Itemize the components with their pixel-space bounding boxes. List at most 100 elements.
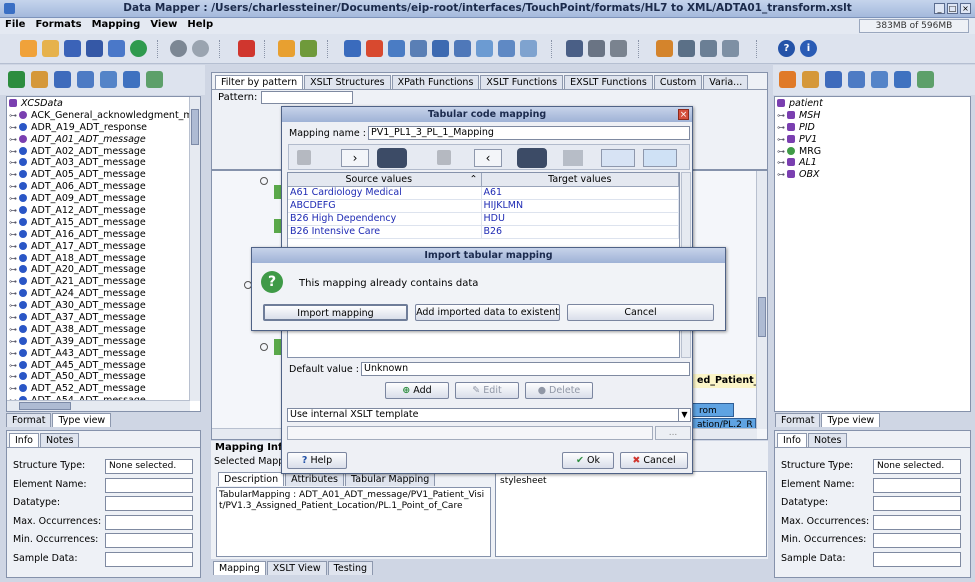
expand-toggle-icon[interactable]: ⊶ xyxy=(9,348,19,360)
expand-toggle-icon[interactable]: ⊶ xyxy=(777,169,787,181)
source-value-cell[interactable]: B26 High Dependency xyxy=(288,212,482,226)
dialog-close-icon[interactable]: × xyxy=(678,109,689,120)
pattern-input[interactable] xyxy=(261,91,353,104)
tab-info-right[interactable]: Info xyxy=(777,433,807,447)
tab-format[interactable]: Format xyxy=(6,413,52,427)
ok-button[interactable]: ✔ Ok xyxy=(562,452,614,469)
binoculars-search-icon[interactable] xyxy=(377,148,407,168)
minimize-button[interactable]: _ xyxy=(934,3,945,14)
target-value-cell[interactable]: A61 xyxy=(481,186,679,200)
expand-toggle-icon[interactable]: ⊶ xyxy=(777,146,787,158)
save-icon[interactable] xyxy=(64,40,81,57)
canvas-vscrollbar[interactable] xyxy=(756,171,767,429)
canvas-label-patient-location[interactable]: ed_Patient_L xyxy=(690,374,764,388)
source-tree-item[interactable]: ⊶ ADT_A15_ADT_message xyxy=(9,217,200,229)
align-3-icon[interactable] xyxy=(722,40,739,57)
delete-row-button[interactable]: ● Delete xyxy=(525,382,593,399)
cut-icon[interactable] xyxy=(566,40,583,57)
target-tree-item[interactable]: ⊶ AL1 xyxy=(777,157,970,169)
move-left-icon[interactable]: ‹ xyxy=(474,149,502,167)
source-tree-item[interactable]: ⊶ ADT_A43_ADT_message xyxy=(9,348,200,360)
tab-xpath-functions[interactable]: XPath Functions xyxy=(391,75,480,89)
target-tree-item[interactable]: ⊶ MSH xyxy=(777,110,970,122)
tab-type-view-right[interactable]: Type view xyxy=(821,413,881,427)
source-tree-item[interactable]: ⊶ ADT_A01_ADT_message xyxy=(9,134,200,146)
expand-toggle-icon[interactable]: ⊶ xyxy=(777,157,787,169)
table-row[interactable]: ABCDEFG HIJKLMN xyxy=(288,199,679,213)
target-tree-item[interactable]: ⊶ PID xyxy=(777,122,970,134)
source-tree-item[interactable]: ⊶ ADT_A12_ADT_message xyxy=(9,205,200,217)
source-scroll-thumb[interactable] xyxy=(191,109,199,145)
source-tree-item[interactable]: ⊶ ADT_A24_ADT_message xyxy=(9,288,200,300)
exit-icon[interactable] xyxy=(238,40,255,57)
tab-mapping[interactable]: Mapping xyxy=(213,561,266,575)
layout-6-icon[interactable] xyxy=(454,40,471,57)
expand-toggle-icon[interactable]: ⊶ xyxy=(9,336,19,348)
source-value-cell[interactable]: A61 Cardiology Medical xyxy=(288,186,482,200)
expand-toggle-icon[interactable]: ⊶ xyxy=(9,300,19,312)
source-tree-item[interactable]: ⊶ ADT_A50_ADT_message xyxy=(9,371,200,383)
redo-icon[interactable] xyxy=(192,40,209,57)
table-row[interactable]: A61 Cardiology Medical A61 xyxy=(288,186,679,200)
refresh-icon[interactable] xyxy=(130,40,147,57)
import-mapping-button[interactable]: Import mapping xyxy=(263,304,408,321)
source-tree-item[interactable]: ⊶ ADT_A17_ADT_message xyxy=(9,241,200,253)
new-file-icon[interactable] xyxy=(20,40,37,57)
expand-toggle-icon[interactable]: ⊶ xyxy=(9,383,19,395)
tab-testing[interactable]: Testing xyxy=(327,561,374,575)
expand-toggle-icon[interactable]: ⊶ xyxy=(9,193,19,205)
expand-toggle-icon[interactable]: ⊶ xyxy=(9,217,19,229)
close-window-button[interactable]: × xyxy=(960,3,971,14)
source-edit-icon[interactable] xyxy=(123,71,140,88)
source-tree-item[interactable]: ⊶ ACK_General_acknowledgment_m xyxy=(9,110,200,122)
edit-mapping-icon[interactable] xyxy=(300,40,317,57)
target-search-icon[interactable] xyxy=(802,71,819,88)
tab-xslt-view[interactable]: XSLT View xyxy=(266,561,327,575)
source-tree-item[interactable]: ⊶ ADT_A30_ADT_message xyxy=(9,300,200,312)
menu-formats[interactable]: Formats xyxy=(30,18,86,31)
tab-notes[interactable]: Notes xyxy=(39,433,80,447)
expand-toggle-icon[interactable]: ⊶ xyxy=(9,360,19,372)
open-file-icon[interactable] xyxy=(42,40,59,57)
expand-toggle-icon[interactable]: ⊶ xyxy=(777,134,787,146)
target-tree-item[interactable]: ⊶ OBX xyxy=(777,169,970,181)
layout-3-icon[interactable] xyxy=(388,40,405,57)
tab-format-right[interactable]: Format xyxy=(775,413,821,427)
target-grid-icon[interactable] xyxy=(917,71,934,88)
target-doc-icon[interactable] xyxy=(825,71,842,88)
expand-toggle-icon[interactable]: ⊶ xyxy=(9,181,19,193)
source-hscroll-thumb[interactable] xyxy=(19,402,71,410)
canvas-vscroll-thumb[interactable] xyxy=(758,297,766,337)
memory-indicator[interactable]: 383MB of 596MB xyxy=(859,19,969,33)
source-grid-icon[interactable] xyxy=(146,71,163,88)
move-left-all-icon[interactable] xyxy=(297,150,311,165)
layout-2-icon[interactable] xyxy=(366,40,383,57)
source-tree-item[interactable]: ⊶ ADT_A05_ADT_message xyxy=(9,169,200,181)
move-right-all-icon[interactable] xyxy=(437,150,451,165)
copy-icon[interactable] xyxy=(588,40,605,57)
source-tree-item[interactable]: ⊶ ADT_A16_ADT_message xyxy=(9,229,200,241)
target-list-icon[interactable] xyxy=(848,71,865,88)
expand-toggle-icon[interactable]: ⊶ xyxy=(9,264,19,276)
expand-toggle-icon[interactable]: ⊶ xyxy=(9,371,19,383)
source-tree-item[interactable]: ⊶ ADT_A45_ADT_message xyxy=(9,360,200,372)
target-value-cell[interactable]: HIJKLMN xyxy=(481,199,679,213)
database-icon[interactable] xyxy=(520,40,537,57)
expand-toggle-icon[interactable]: ⊶ xyxy=(9,241,19,253)
layout-7-icon[interactable] xyxy=(476,40,493,57)
source-tree-item[interactable]: ⊶ ADT_A09_ADT_message xyxy=(9,193,200,205)
source-tree-item[interactable]: ⊶ ADT_A03_ADT_message xyxy=(9,157,200,169)
save-as-icon[interactable] xyxy=(108,40,125,57)
menu-view[interactable]: View xyxy=(145,18,182,31)
table-row[interactable]: B26 Intensive Care B26 xyxy=(288,225,679,239)
source-add-icon[interactable] xyxy=(8,71,25,88)
source-tree-scrollbar[interactable] xyxy=(189,97,200,401)
source-tree-item[interactable]: ⊶ ADT_A21_ADT_message xyxy=(9,276,200,288)
expand-toggle-icon[interactable]: ⊶ xyxy=(777,110,787,122)
expand-toggle-icon[interactable]: ⊶ xyxy=(777,122,787,134)
save-all-icon[interactable] xyxy=(86,40,103,57)
layout-5-icon[interactable] xyxy=(432,40,449,57)
source-tree-item[interactable]: ⊶ ADR_A19_ADT_response xyxy=(9,122,200,134)
source-tree-item[interactable]: ⊶ ADT_A02_ADT_message xyxy=(9,146,200,158)
help-icon[interactable]: ? xyxy=(778,40,795,57)
